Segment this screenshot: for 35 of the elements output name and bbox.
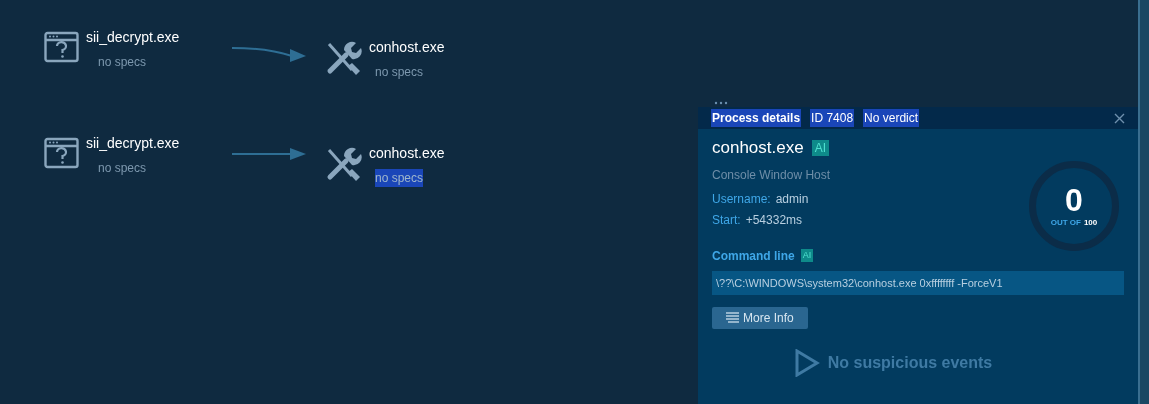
header-label: Process details — [711, 109, 802, 127]
process-name: sii_decrypt.exe — [86, 28, 180, 47]
play-icon — [793, 348, 820, 377]
process-name: conhost.exe — [369, 38, 445, 57]
empty-message: No suspicious events — [827, 352, 993, 373]
close-icon[interactable] — [1114, 112, 1125, 124]
process-specs: no specs — [98, 160, 147, 177]
field-value: +54332ms — [745, 211, 803, 229]
field-label: Username: — [712, 190, 771, 208]
command-line-label: Command line — [712, 247, 795, 265]
ai-badge: AI — [811, 139, 830, 156]
score-value: 0 — [1065, 183, 1083, 217]
more-info-button[interactable]: More Info — [712, 306, 808, 329]
process-specs: no specs — [375, 169, 424, 187]
tools-icon — [326, 41, 362, 77]
header-label: No verdict — [863, 109, 920, 127]
scrollbar[interactable] — [1138, 0, 1149, 404]
process-name: sii_decrypt.exe — [86, 134, 180, 153]
header-label: ID 7408 — [810, 109, 855, 127]
process-name: conhost.exe — [712, 137, 804, 159]
tools-icon — [326, 147, 362, 183]
list-icon — [726, 312, 739, 323]
process-description: Console Window Host — [712, 166, 832, 184]
process-specs: no specs — [98, 54, 147, 71]
process-specs: no specs — [375, 64, 424, 81]
unknown-window-icon — [44, 137, 79, 169]
command-line-field: \??\C:\WINDOWS\system32\conhost.exe 0xffffffff -ForceV1 — [712, 270, 1124, 295]
process-name: conhost.exe — [369, 144, 445, 163]
ai-badge: AI — [800, 249, 814, 262]
field-value: admin — [775, 190, 809, 208]
drag-handle-icon[interactable] — [714, 101, 728, 105]
field-label: Start: — [712, 211, 741, 229]
score-caption: OUT OF — [1050, 217, 1081, 229]
score-max: 100 — [1083, 217, 1098, 229]
unknown-window-icon — [44, 31, 79, 63]
